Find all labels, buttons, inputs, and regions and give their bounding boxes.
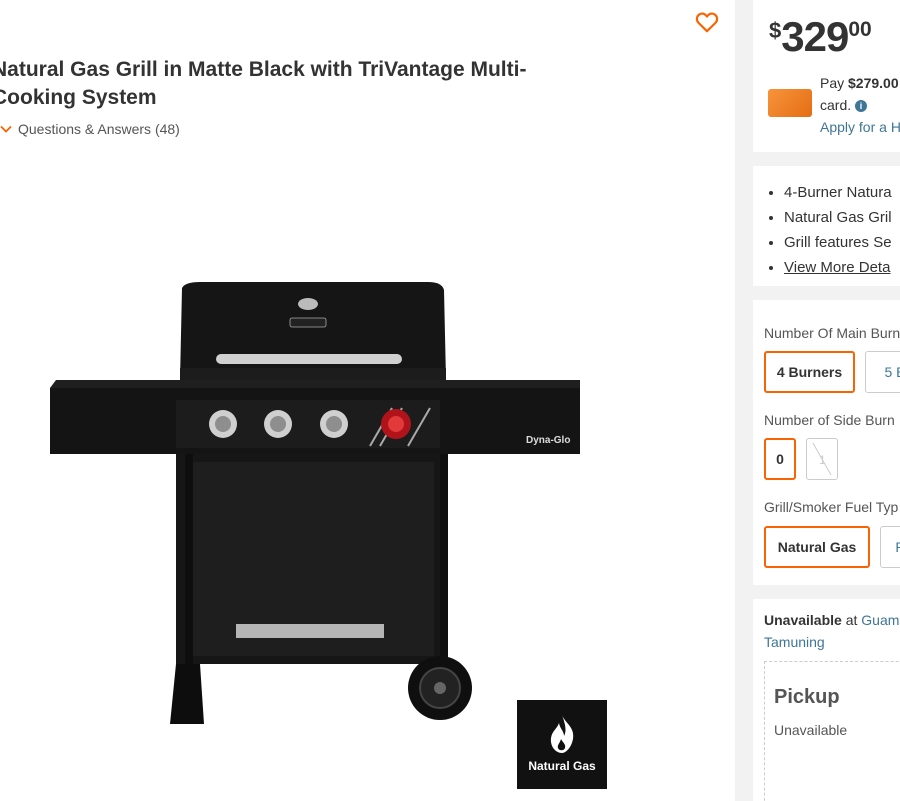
pickup-title: Pickup: [774, 686, 840, 708]
availability-text: Unavailable at Guam Tamuning: [764, 609, 899, 653]
flame-icon: [550, 715, 574, 753]
feature-item: Natural Gas Gril: [784, 205, 892, 230]
credit-offer-prefix: Pay: [820, 75, 849, 91]
chevron-down-icon: [0, 125, 12, 133]
price-dollars: 329: [781, 13, 849, 60]
store-link[interactable]: Guam: [861, 612, 899, 628]
option-1-side-burner-label: 1: [819, 453, 826, 467]
side-burners-label: Number of Side Burn: [764, 412, 895, 428]
product-image-grill[interactable]: Dyna-Glo: [40, 268, 580, 738]
main-burners-label: Number Of Main Burn: [764, 325, 900, 341]
availability-line1: Unavailable at Guam: [764, 609, 899, 631]
price-currency: $: [769, 18, 782, 43]
option-natural-gas[interactable]: Natural Gas: [764, 526, 870, 568]
price-cents: 00: [848, 18, 872, 41]
availability-status: Unavailable: [764, 612, 842, 628]
price: $ 329 00: [769, 14, 872, 60]
option-propane[interactable]: P: [880, 526, 900, 568]
feature-item: 4-Burner Natura: [784, 180, 892, 205]
credit-offer: Pay $279.00 card. i Apply for a H: [820, 72, 900, 138]
option-1-side-burner[interactable]: 1: [806, 438, 838, 480]
option-5-burners[interactable]: 5 B: [865, 351, 900, 393]
pickup-status: Unavailable: [774, 722, 848, 738]
apply-credit-link[interactable]: Apply for a H: [820, 116, 900, 138]
questions-answers-label: Questions & Answers (48): [18, 121, 180, 137]
feature-list: 4-Burner Natura Natural Gas Gril Grill f…: [784, 180, 892, 280]
features-card: 4-Burner Natura Natural Gas Gril Grill f…: [753, 166, 900, 286]
credit-offer-line1: Pay $279.00: [820, 72, 900, 94]
availability-at: at: [841, 612, 862, 628]
view-more-details-item: View More Deta: [784, 255, 892, 280]
column-divider: [735, 0, 753, 801]
store-city-link[interactable]: Tamuning: [764, 631, 899, 653]
buy-box-column: $ 329 00 Pay $279.00 card. i Apply for a…: [753, 0, 900, 801]
product-page: Natural Gas Grill in Matte Black with Tr…: [0, 0, 900, 801]
credit-offer-card-text: card.: [820, 97, 852, 113]
pickup-option[interactable]: Pickup Unavailable: [764, 661, 900, 801]
questions-answers-link[interactable]: Questions & Answers (48): [0, 121, 180, 137]
info-icon[interactable]: i: [855, 100, 868, 113]
fuel-type-label: Grill/Smoker Fuel Typ: [764, 499, 899, 515]
price-card: $ 329 00 Pay $279.00 card. i Apply for a…: [753, 0, 900, 152]
natural-gas-badge: Natural Gas: [517, 700, 607, 789]
natural-gas-badge-label: Natural Gas: [528, 759, 596, 773]
product-title-line2: Cooking System: [0, 86, 157, 109]
view-more-details-link[interactable]: View More Deta: [784, 259, 890, 276]
credit-offer-line2: card. i: [820, 94, 900, 116]
credit-offer-amount: $279.00: [848, 75, 899, 91]
product-title-line1: Natural Gas Grill in Matte Black with Tr…: [0, 58, 527, 81]
credit-card-icon: [768, 89, 812, 117]
option-4-burners[interactable]: 4 Burners: [764, 351, 855, 393]
product-main-column: Natural Gas Grill in Matte Black with Tr…: [0, 0, 735, 801]
availability-card: Unavailable at Guam Tamuning Pickup Unav…: [753, 599, 900, 801]
product-title: Natural Gas Grill in Matte Black with Tr…: [0, 56, 592, 112]
options-card: Number Of Main Burn 4 Burners 5 B Number…: [753, 300, 900, 585]
brand-logo-text: Dyna-Glo: [526, 435, 570, 446]
feature-item: Grill features Se: [784, 230, 892, 255]
unavailable-option-icon: 1: [812, 442, 832, 476]
option-0-side-burners[interactable]: 0: [764, 438, 796, 480]
favorite-heart-icon[interactable]: [694, 9, 720, 35]
